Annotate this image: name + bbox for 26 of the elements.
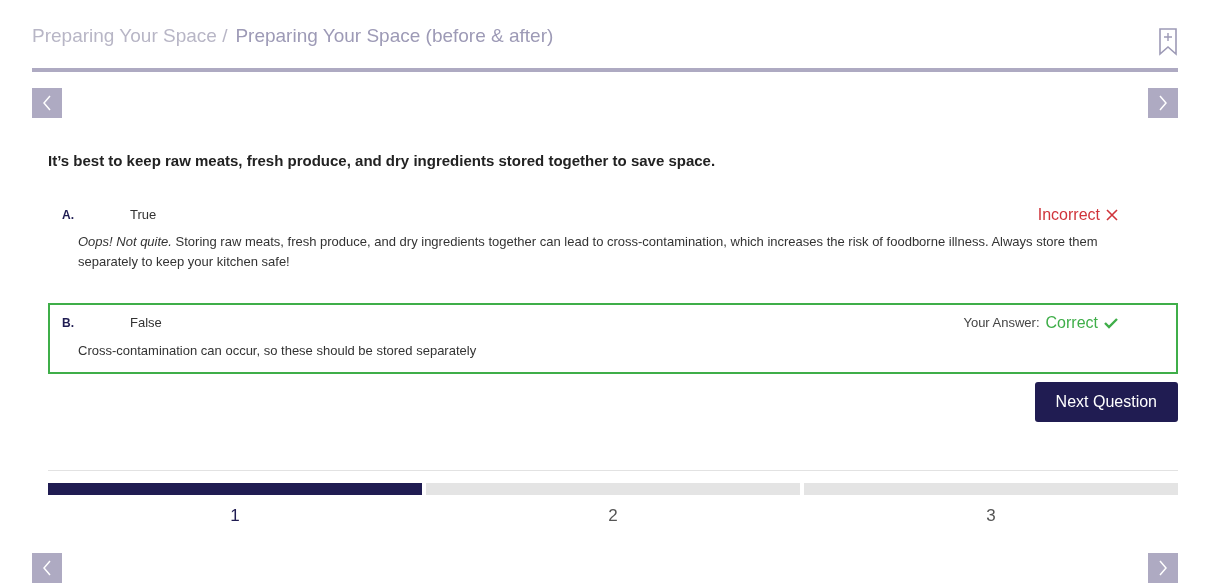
option-letter: B. [62,315,75,332]
step-number[interactable]: 3 [986,503,996,529]
step-number[interactable]: 1 [230,503,240,529]
option-text: True [130,205,157,224]
question-text: It’s best to keep raw meats, fresh produce, and dry ingredients stored together to save space. [48,151,717,171]
previous-button[interactable] [32,88,62,118]
answer-label: Your Answer: [963,314,1040,333]
previous-button[interactable] [32,552,62,583]
next-button[interactable] [1148,552,1178,583]
result-label: Incorrect [1037,204,1100,225]
bookmark-icon[interactable] [1158,28,1178,56]
option-text: False [130,314,162,332]
step-number[interactable]: 2 [608,503,618,529]
chevron-right-icon [1159,95,1167,111]
chevron-left-icon [43,95,51,111]
page-title: Preparing Your Space (before & after) [235,24,554,48]
chevron-right-icon [1159,559,1167,576]
option-letter: A. [62,206,75,224]
feedback-text: Cross-contamination can occur, so these should be stored separately [77,341,478,360]
next-question-button[interactable]: Next Question [1034,382,1178,422]
next-button[interactable] [1148,88,1178,118]
feedback-text: Oops! Not quite. Storing raw meats, fresh produce, and dry ingredients together can lead to cross-contamination, which increases the risk of foodborne illness. Always store them separately to keep your kitchen safe! [77,233,1099,271]
cross-icon [1106,208,1118,221]
check-icon [1104,317,1118,329]
chevron-left-icon [43,559,51,576]
result-label: Correct [1045,313,1098,333]
